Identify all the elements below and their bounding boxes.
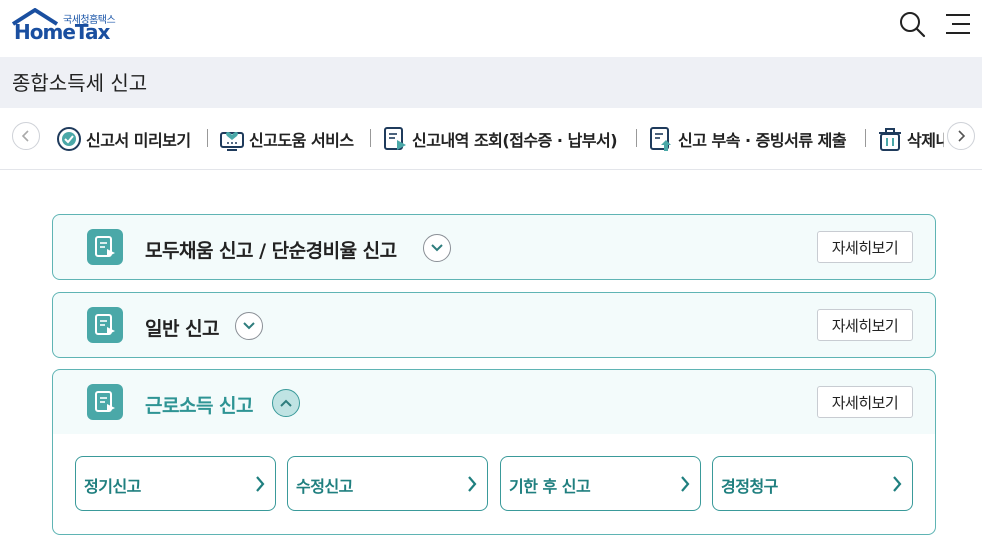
trash-icon	[879, 128, 901, 151]
chevron-right-icon	[958, 130, 966, 142]
subitem-correction-claim[interactable]: 경정청구	[712, 456, 913, 511]
document-icon	[87, 229, 123, 265]
logo-wordmark: HomeTax	[14, 20, 110, 44]
section-earned-income-return: 근로소득 신고 자세히보기 정기신고 수정신고 기한 후 신고 경정청구	[52, 369, 936, 535]
hometax-logo[interactable]: 국세청홈택스 HomeTax	[11, 8, 121, 44]
document-play-icon	[384, 127, 406, 150]
toolbar-item-history[interactable]: 신고내역 조회(접수증 · 납부서)	[382, 124, 618, 154]
toolbar-divider	[370, 129, 371, 147]
section-title: 근로소득 신고	[145, 395, 254, 417]
chevron-down-icon	[243, 322, 255, 330]
toolbar-item-label: 신고내역 조회(접수증 · 납부서)	[412, 131, 618, 150]
expand-toggle[interactable]	[423, 234, 451, 262]
subitems-panel: 정기신고 수정신고 기한 후 신고 경정청구	[53, 434, 935, 534]
subitem-label: 경정청구	[721, 477, 778, 496]
toolbar-item-label: 신고도움 서비스	[249, 131, 354, 150]
subitem-label: 수정신고	[296, 477, 353, 496]
document-icon	[87, 307, 123, 343]
chevron-right-icon	[893, 476, 902, 492]
toolbar-divider	[636, 129, 637, 147]
section-title: 모두채움 신고 / 단순경비율 신고	[145, 240, 397, 262]
toolbar-item-delete[interactable]: 삭제내	[877, 124, 944, 154]
subitem-regular-return[interactable]: 정기신고	[75, 456, 276, 511]
scroll-left-button[interactable]	[12, 122, 40, 150]
subitem-label: 정기신고	[84, 477, 141, 496]
subitem-amended-return[interactable]: 수정신고	[287, 456, 488, 511]
toolbar-divider	[207, 129, 208, 147]
section-title: 일반 신고	[145, 318, 220, 340]
chevron-right-icon	[256, 476, 265, 492]
quick-toolbar: 신고서 미리보기 신고도움 서비스 신고내역 조회(접수증 · 납부서) 신고 …	[0, 108, 982, 170]
section-general-return: 일반 신고 자세히보기	[52, 292, 936, 358]
toolbar-item-label: 신고서 미리보기	[86, 131, 191, 150]
expand-toggle[interactable]	[235, 312, 263, 340]
toolbar-item-help[interactable]: 신고도움 서비스	[219, 124, 354, 154]
collapse-toggle[interactable]	[272, 389, 300, 417]
toolbar-item-attachments[interactable]: 신고 부속 · 증빙서류 제출	[648, 124, 847, 154]
subitem-late-return[interactable]: 기한 후 신고	[500, 456, 701, 511]
toolbar-item-label: 삭제내	[907, 131, 944, 150]
chevron-up-icon	[280, 399, 292, 407]
section-prefilled-return: 모두채움 신고 / 단순경비율 신고 자세히보기	[52, 214, 936, 280]
page-title: 종합소득세 신고	[12, 71, 148, 95]
search-icon[interactable]	[898, 10, 926, 38]
top-header: 국세청홈택스 HomeTax	[0, 0, 982, 57]
chevron-right-icon	[468, 476, 477, 492]
toolbar-divider	[865, 129, 866, 147]
toolbar-item-label: 신고 부속 · 증빙서류 제출	[678, 131, 847, 150]
heart-monitor-icon	[220, 132, 244, 151]
check-badge-icon	[57, 127, 81, 151]
document-icon	[87, 384, 123, 420]
scroll-right-button[interactable]	[947, 122, 975, 150]
document-upload-icon	[650, 127, 671, 151]
subitem-label: 기한 후 신고	[509, 477, 591, 496]
toolbar-item-preview[interactable]: 신고서 미리보기	[56, 124, 191, 154]
toolbar-strip: 신고서 미리보기 신고도움 서비스 신고내역 조회(접수증 · 납부서) 신고 …	[54, 108, 944, 170]
details-button[interactable]: 자세히보기	[817, 309, 913, 341]
chevron-down-icon	[431, 244, 443, 252]
details-button[interactable]: 자세히보기	[817, 386, 913, 418]
chevron-left-icon	[21, 130, 29, 142]
page-title-bar: 종합소득세 신고	[0, 57, 982, 108]
chevron-right-icon	[681, 476, 690, 492]
menu-icon[interactable]	[944, 10, 972, 38]
details-button[interactable]: 자세히보기	[817, 231, 913, 263]
